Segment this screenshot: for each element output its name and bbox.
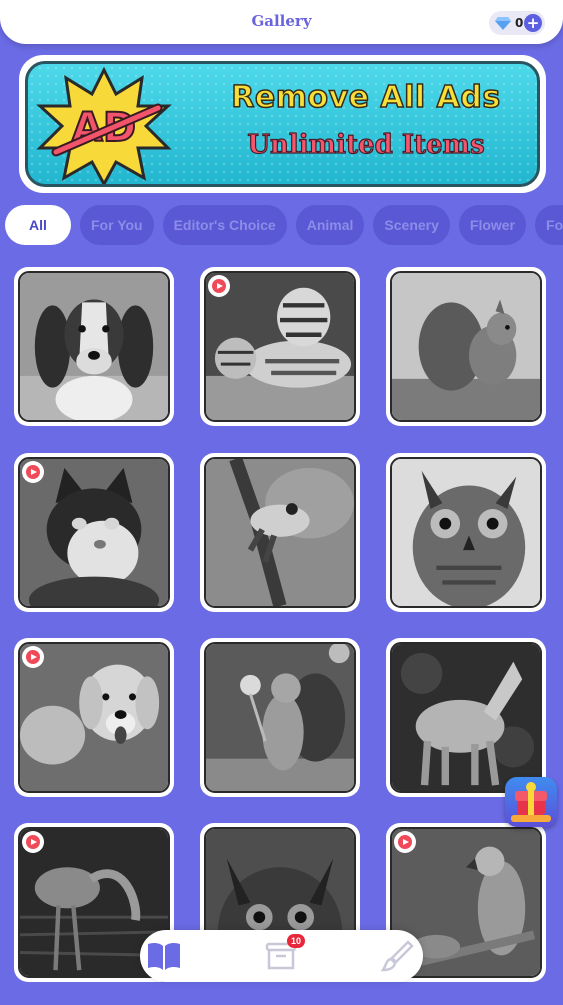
artwork-thumbnail [18, 271, 170, 422]
tab-scenery[interactable]: Scenery [373, 205, 450, 245]
nav-create[interactable] [378, 936, 418, 976]
gallery-item-cat[interactable] [14, 453, 174, 612]
remove-ads-banner[interactable]: AD Remove All Ads Unlimited Items [19, 55, 546, 193]
ad-burst-icon: AD [36, 66, 172, 184]
artwork-thumbnail [390, 457, 542, 608]
promo-gift-button[interactable] [505, 777, 557, 827]
gallery-item-owl[interactable] [386, 453, 546, 612]
tab-flower[interactable]: Flower [458, 205, 527, 245]
tab-editors-choice[interactable]: Editor's Choice [162, 205, 287, 245]
video-icon [22, 831, 44, 853]
gallery-item-dog[interactable] [14, 267, 174, 426]
artwork-thumbnail [204, 457, 356, 608]
gem-count: 0 [515, 16, 524, 30]
plus-icon[interactable]: + [524, 14, 542, 32]
gallery-item-squirrel[interactable] [386, 267, 546, 426]
gallery-item-frog[interactable] [200, 453, 360, 612]
brush-icon [380, 940, 414, 972]
top-header: Gallery 0 + [0, 0, 563, 44]
banner-art: AD Remove All Ads Unlimited Items [25, 61, 540, 187]
category-tabs: All For You Editor's Choice Animal Scene… [5, 205, 563, 245]
diamond-icon [495, 17, 511, 30]
tab-animal[interactable]: Animal [295, 205, 365, 245]
gem-balance-button[interactable]: 0 + [489, 11, 545, 35]
banner-subline: Unlimited Items [247, 129, 486, 160]
gallery-item-squirrel-flower[interactable] [200, 638, 360, 797]
video-icon [208, 275, 230, 297]
gallery-item-wolf[interactable] [386, 638, 546, 797]
video-icon [22, 646, 44, 668]
video-icon [22, 461, 44, 483]
artwork-thumbnail [390, 271, 542, 422]
bottom-nav [140, 930, 423, 982]
video-icon [394, 831, 416, 853]
tab-all[interactable]: All [5, 205, 71, 245]
treasure-chest-icon [511, 782, 551, 822]
gallery-item-tigers[interactable] [200, 267, 360, 426]
gallery-item-retriever[interactable] [14, 638, 174, 797]
book-icon [148, 942, 180, 970]
inbox-count-badge: 10 [287, 934, 305, 948]
artwork-thumbnail [390, 642, 542, 793]
page-title: Gallery [251, 12, 312, 30]
nav-library[interactable] [144, 936, 184, 976]
banner-headline: Remove All Ads [231, 79, 501, 116]
artwork-thumbnail [204, 642, 356, 793]
tab-food[interactable]: Food [535, 205, 563, 245]
tab-for-you[interactable]: For You [80, 205, 154, 245]
